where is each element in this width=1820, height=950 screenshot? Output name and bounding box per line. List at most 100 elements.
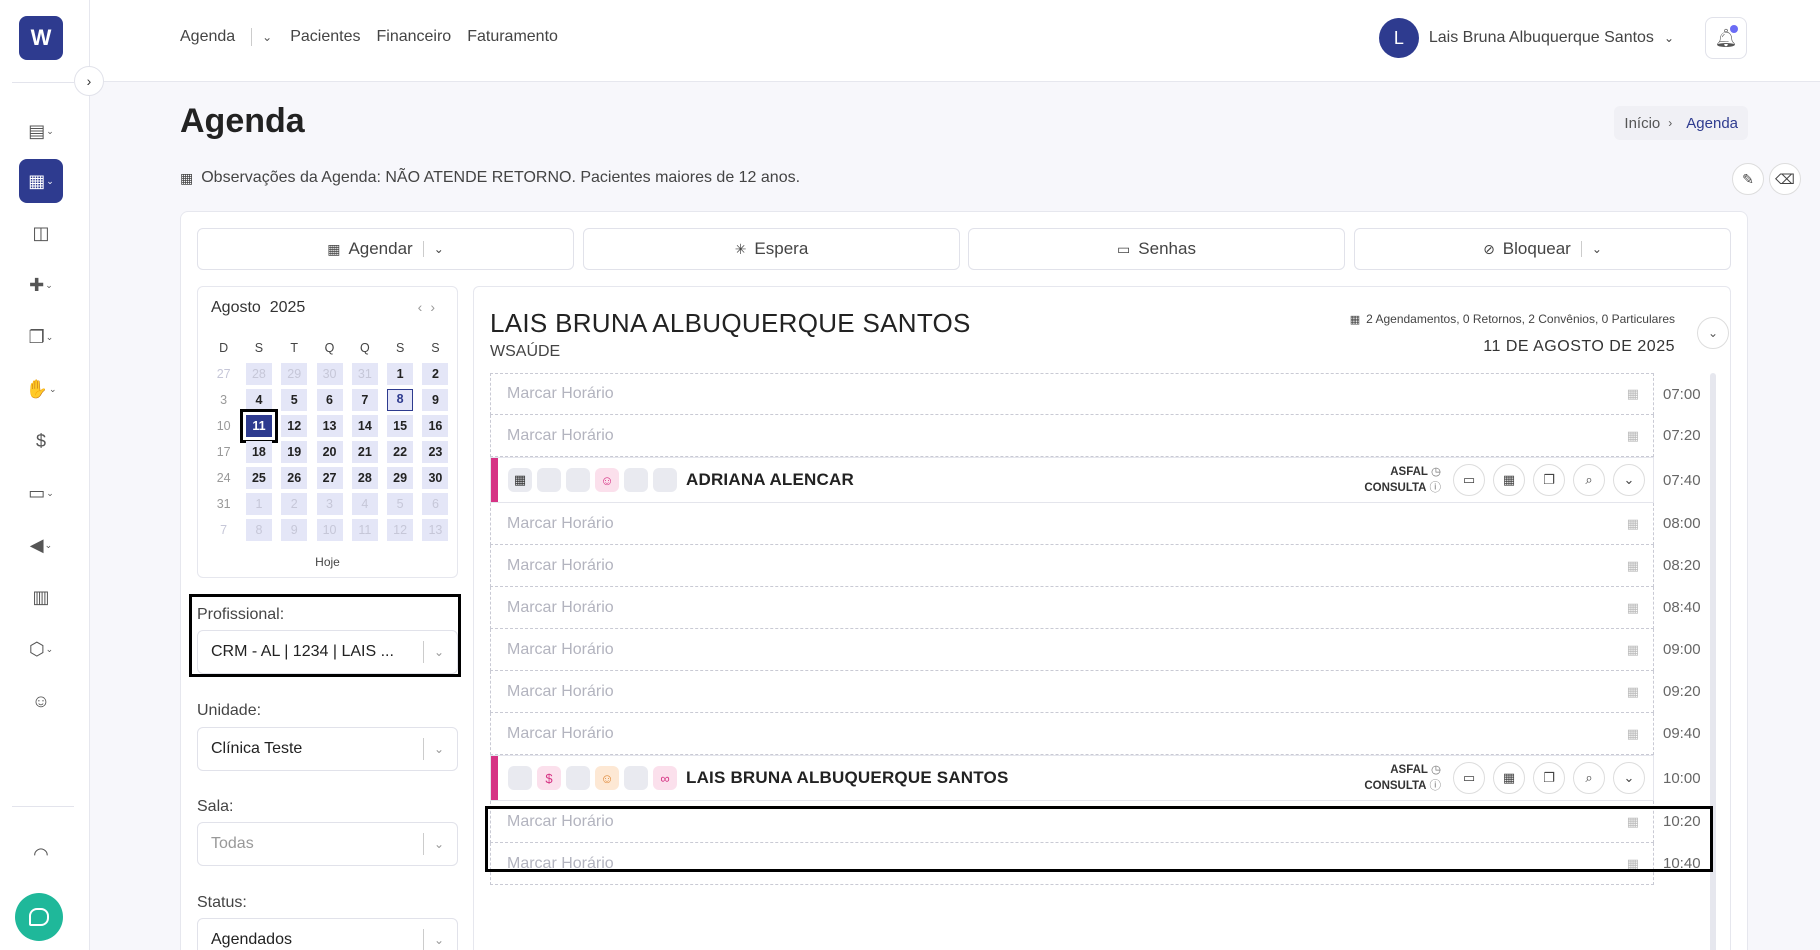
calendar-day[interactable]: 10: [206, 415, 241, 437]
unidade-select[interactable]: Clínica Teste ⌄: [197, 727, 458, 771]
empty-slot[interactable]: Marcar Horário ▦ 09:00: [490, 629, 1701, 671]
sidebar-expand-button[interactable]: ›: [74, 66, 104, 96]
calendar-day[interactable]: 14: [347, 415, 382, 437]
calendar-day[interactable]: 5: [277, 389, 312, 411]
chevron-down-icon[interactable]: ⌄: [434, 242, 444, 256]
chat-icon[interactable]: [15, 893, 63, 941]
nav-faturamento[interactable]: Faturamento: [467, 28, 558, 46]
sala-select[interactable]: Todas ⌄: [197, 822, 458, 866]
reschedule-button[interactable]: ▦: [1493, 762, 1525, 794]
calendar-day[interactable]: 4: [241, 389, 276, 411]
calendar-icon[interactable]: ▦: [1627, 386, 1639, 402]
search-button[interactable]: ⌕: [1573, 762, 1605, 794]
calendar-day[interactable]: 17: [206, 441, 241, 463]
chevron-right-icon[interactable]: ›: [430, 299, 443, 315]
empty-slot[interactable]: Marcar Horário ▦ 07:00: [490, 373, 1701, 415]
calendar-day[interactable]: 7: [347, 389, 382, 411]
sidebar-agenda-icon[interactable]: ▦ ⌄: [19, 159, 63, 203]
calendar-day[interactable]: 4: [347, 493, 382, 515]
app-logo[interactable]: W: [19, 16, 63, 60]
calendar-day[interactable]: 23: [418, 441, 453, 463]
sidebar-handshake-icon[interactable]: ✋ ⌄: [19, 369, 63, 409]
sidebar-records-icon[interactable]: ▤ ⌄: [19, 111, 63, 151]
calendar-day[interactable]: 21: [347, 441, 382, 463]
calendar-day[interactable]: 16: [418, 415, 453, 437]
nav-agenda[interactable]: Agenda: [180, 28, 235, 46]
calendar-day[interactable]: 6: [312, 389, 347, 411]
calendar-icon[interactable]: ▦: [1627, 428, 1639, 444]
calendar-day[interactable]: 27: [206, 363, 241, 385]
sidebar-box-icon[interactable]: ⬡ ⌄: [19, 629, 63, 669]
copy-button[interactable]: ❐: [1533, 762, 1565, 794]
calendar-day[interactable]: 29: [277, 363, 312, 385]
empty-slot[interactable]: Marcar Horário ▦ 07:20: [490, 415, 1701, 457]
calendar-day[interactable]: 12: [277, 415, 312, 437]
sidebar-megaphone-icon[interactable]: ◀ ⌄: [19, 525, 63, 565]
calendar-day[interactable]: 2: [418, 363, 453, 385]
calendar-today-link[interactable]: Hoje: [198, 555, 457, 569]
appointment-row[interactable]: ▦ ☺ ADRIANA ALENCAR ASFAL ◷ CONSULTA ⓘ ▭ ▦ ❐ ⌕ ⌄ 07:…: [490, 457, 1701, 503]
calendar-day[interactable]: 9: [418, 389, 453, 411]
patient-name[interactable]: ADRIANA ALENCAR: [686, 470, 1364, 490]
calendar-day[interactable]: 28: [347, 467, 382, 489]
bloquear-button[interactable]: ⊘ Bloquear ⌄: [1354, 228, 1731, 270]
notifications-bell-icon[interactable]: 🔔︎: [1705, 17, 1747, 59]
ticket-button[interactable]: ▭: [1453, 762, 1485, 794]
search-button[interactable]: ⌕: [1573, 464, 1605, 496]
calendar-day[interactable]: 30: [312, 363, 347, 385]
patient-name[interactable]: LAIS BRUNA ALBUQUERQUE SANTOS: [686, 768, 1364, 788]
empty-slot[interactable]: Marcar Horário ▦ 08:40: [490, 587, 1701, 629]
calendar-day[interactable]: 2: [277, 493, 312, 515]
calendar-day[interactable]: 8: [241, 519, 276, 541]
sidebar-patient-card-icon[interactable]: ◫: [19, 213, 63, 253]
calendar-day[interactable]: 18: [241, 441, 276, 463]
calendar-day[interactable]: 31: [347, 363, 382, 385]
user-menu[interactable]: L Lais Bruna Albuquerque Santos ⌄: [1378, 18, 1674, 58]
copy-button[interactable]: ❐: [1533, 464, 1565, 496]
sidebar-clinic-icon[interactable]: ✚ ⌄: [19, 265, 63, 305]
status-select[interactable]: Agendados ⌄: [197, 918, 458, 950]
appointment-row[interactable]: $ ☺ ∞ LAIS BRUNA ALBUQUERQUE SANTOS ASFAL ◷ CO…: [490, 755, 1701, 801]
ticket-button[interactable]: ▭: [1453, 464, 1485, 496]
calendar-day[interactable]: 9: [277, 519, 312, 541]
calendar-day[interactable]: 8: [382, 389, 417, 411]
empty-slot[interactable]: Marcar Horário ▦ 08:00: [490, 503, 1701, 545]
reschedule-button[interactable]: ▦: [1493, 464, 1525, 496]
agendar-button[interactable]: ▦ Agendar ⌄: [197, 228, 574, 270]
calendar-day[interactable]: 22: [382, 441, 417, 463]
sidebar-users-icon[interactable]: ☺: [19, 681, 63, 721]
calendar-day[interactable]: 15: [382, 415, 417, 437]
empty-slot[interactable]: Marcar Horário ▦ 09:40: [490, 713, 1701, 755]
breadcrumb-home[interactable]: Início: [1624, 115, 1660, 132]
chevron-down-icon[interactable]: ⌄: [262, 30, 272, 44]
sidebar-reports-icon[interactable]: ▥: [19, 577, 63, 617]
empty-slot[interactable]: Marcar Horário ▦ 08:20: [490, 545, 1701, 587]
profissional-select[interactable]: CRM - AL | 1234 | LAIS ... ⌄: [197, 630, 458, 674]
calendar-icon[interactable]: ▦: [1627, 684, 1639, 700]
calendar-day[interactable]: 1: [382, 363, 417, 385]
nav-pacientes[interactable]: Pacientes: [290, 28, 360, 46]
sidebar-monitor-icon[interactable]: ▭ ⌄: [19, 473, 63, 513]
calendar-day[interactable]: 3: [312, 493, 347, 515]
expand-appointment-button[interactable]: ⌄: [1613, 464, 1645, 496]
calendar-day[interactable]: 5: [382, 493, 417, 515]
calendar-icon[interactable]: ▦: [1627, 600, 1639, 616]
calendar-day[interactable]: 28: [241, 363, 276, 385]
espera-button[interactable]: ✳ Espera: [583, 228, 960, 270]
nav-financeiro[interactable]: Financeiro: [377, 28, 452, 46]
calendar-day[interactable]: 19: [277, 441, 312, 463]
calendar-day[interactable]: 24: [206, 467, 241, 489]
calendar-day[interactable]: 27: [312, 467, 347, 489]
edit-observations-button[interactable]: ✎: [1732, 163, 1764, 195]
senhas-button[interactable]: ▭ Senhas: [968, 228, 1345, 270]
chevron-down-icon[interactable]: ⌄: [1592, 242, 1602, 256]
calendar-day[interactable]: 31: [206, 493, 241, 515]
calendar-icon[interactable]: ▦: [1627, 558, 1639, 574]
calendar-day[interactable]: 29: [382, 467, 417, 489]
calendar-day[interactable]: 1: [241, 493, 276, 515]
calendar-day[interactable]: 11: [239, 409, 278, 443]
calendar-day[interactable]: 6: [418, 493, 453, 515]
chevron-left-icon[interactable]: ‹: [418, 299, 431, 315]
calendar-day[interactable]: 12: [382, 519, 417, 541]
calendar-day[interactable]: 25: [241, 467, 276, 489]
